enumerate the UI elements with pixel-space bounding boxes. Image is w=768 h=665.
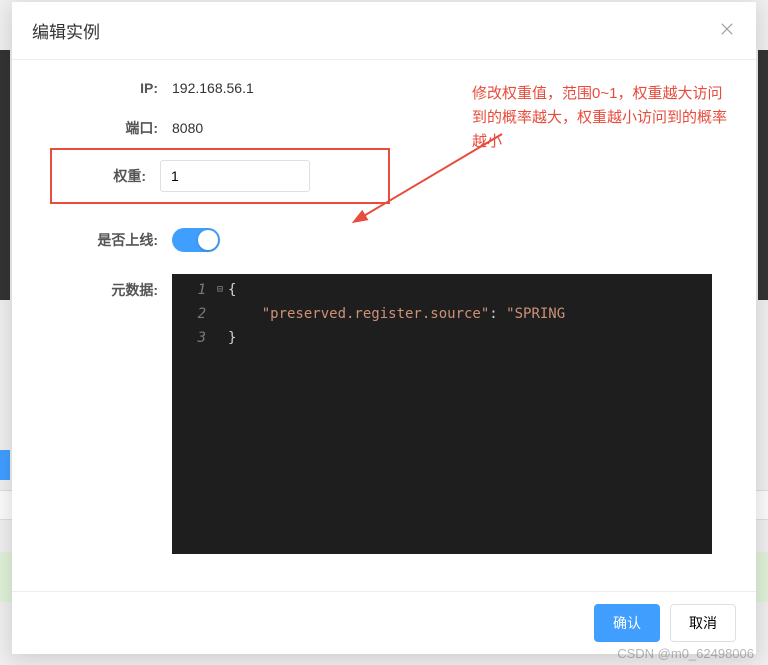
label-port: 端口: <box>52 118 172 138</box>
value-port: 8080 <box>172 120 203 136</box>
label-online: 是否上线: <box>52 230 172 250</box>
online-toggle[interactable] <box>172 228 220 252</box>
close-icon[interactable] <box>718 20 736 42</box>
dialog-body: 修改权重值，范围0~1，权重越大访问到的概率越大，权重越小访问到的概率越小 IP… <box>12 60 756 591</box>
cancel-button[interactable]: 取消 <box>670 604 736 642</box>
line-number: 3 <box>172 326 212 350</box>
code-line: 1 ⊟ { <box>172 278 712 302</box>
dialog-header: 编辑实例 <box>12 2 756 60</box>
dialog-footer: 确认 取消 <box>12 591 756 654</box>
line-number: 2 <box>172 302 212 326</box>
row-metadata: 元数据: 1 ⊟ { 2 "preserved.register.source"… <box>52 274 716 554</box>
label-ip: IP: <box>52 80 172 96</box>
annotation-text: 修改权重值，范围0~1，权重越大访问到的概率越大，权重越小访问到的概率越小 <box>472 82 732 154</box>
row-online: 是否上线: <box>52 228 716 252</box>
watermark: CSDN @m0_62498006 <box>617 646 754 661</box>
metadata-editor[interactable]: 1 ⊟ { 2 "preserved.register.source": "SP… <box>172 274 712 554</box>
code-line: 2 "preserved.register.source": "SPRING <box>172 302 712 326</box>
line-number: 1 <box>172 278 212 302</box>
edit-instance-dialog: 编辑实例 修改权重值，范围0~1，权重越大访问到的概率越大，权重越小访问到的概率… <box>12 2 756 654</box>
label-weight: 权重: <box>52 166 160 186</box>
value-ip: 192.168.56.1 <box>172 80 254 96</box>
weight-input[interactable] <box>160 160 310 192</box>
fold-icon[interactable]: ⊟ <box>212 278 228 302</box>
code-text: } <box>228 326 236 350</box>
code-line: 3 } <box>172 326 712 350</box>
label-metadata: 元数据: <box>52 274 172 300</box>
code-text: "preserved.register.source": "SPRING <box>228 302 565 326</box>
code-text: { <box>228 278 236 302</box>
weight-highlight-box: 权重: <box>50 148 390 204</box>
confirm-button[interactable]: 确认 <box>594 604 660 642</box>
dialog-title: 编辑实例 <box>32 18 100 43</box>
